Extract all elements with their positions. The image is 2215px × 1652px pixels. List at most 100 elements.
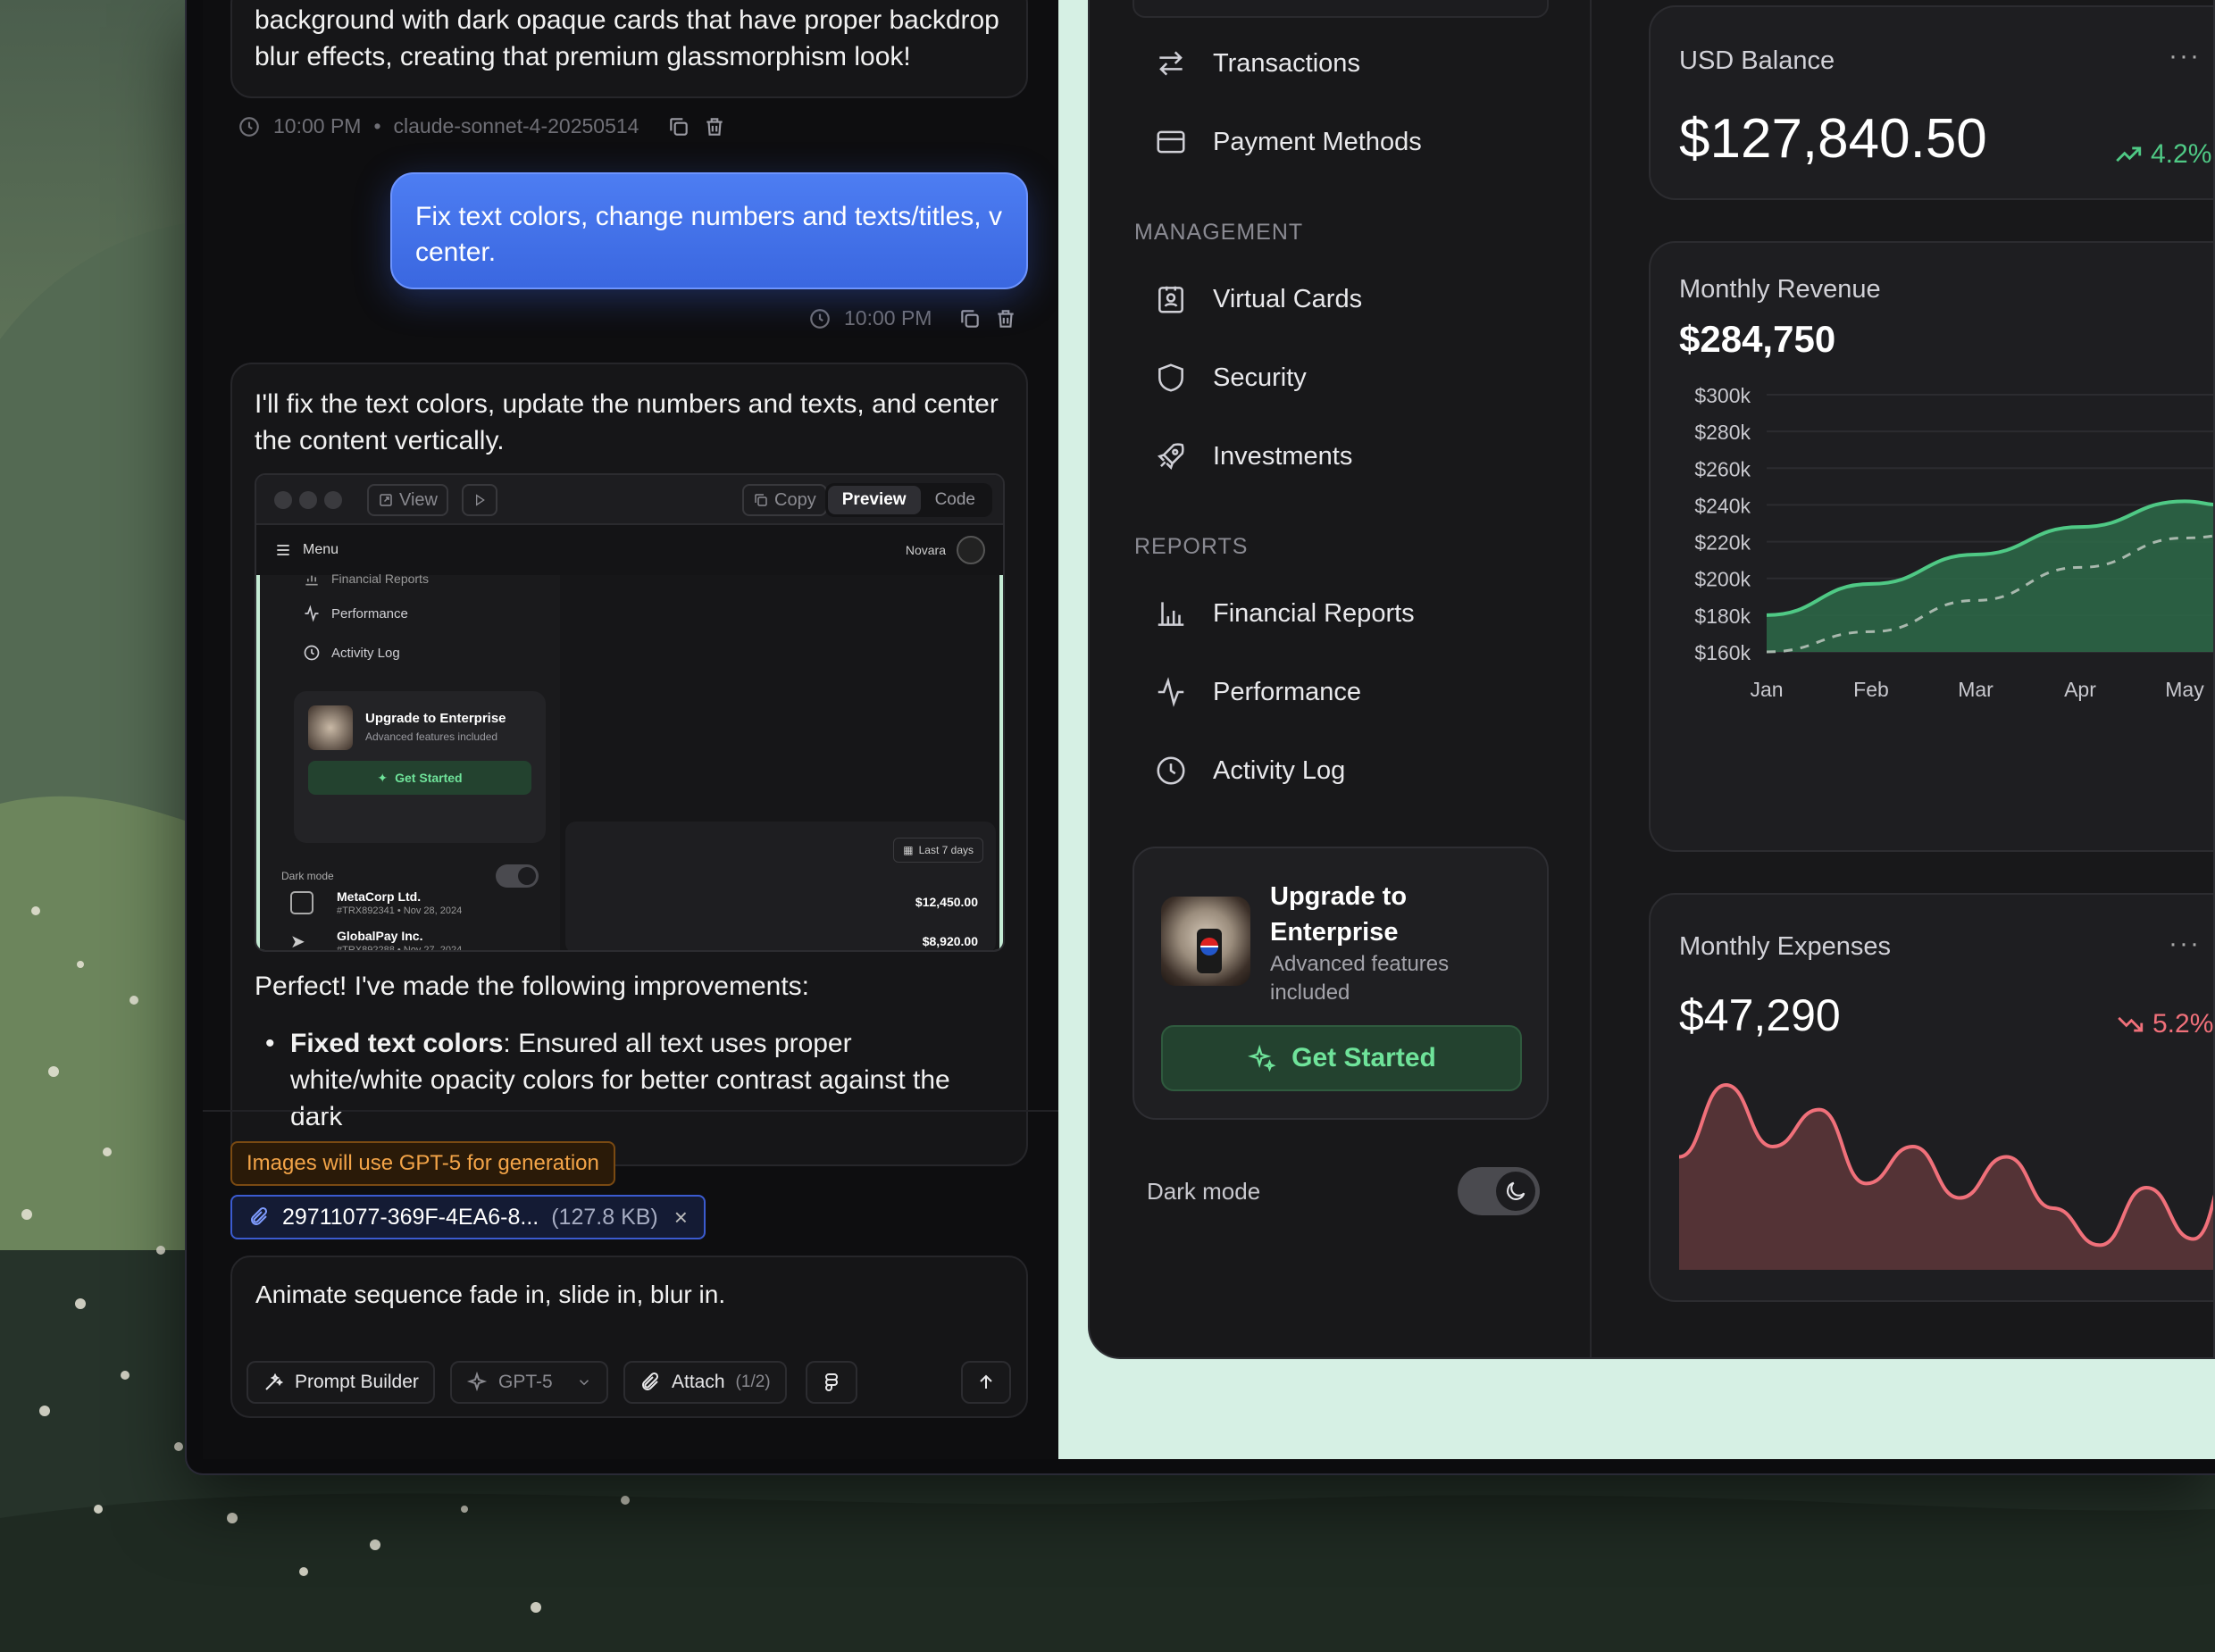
clock-icon [239, 116, 259, 137]
sidebar-item-activity-log[interactable]: Activity Log [1154, 754, 1345, 788]
usd-balance-card: USD Balance ··· $127,840.50 4.2% [1649, 5, 2213, 200]
rocket-icon [1157, 443, 1184, 471]
bar-chart-icon [305, 575, 318, 586]
message-time: 10:00 PM [273, 114, 362, 138]
remove-file-icon[interactable]: × [674, 1204, 688, 1231]
attach-count: (1/2) [735, 1372, 771, 1391]
delete-icon[interactable] [994, 307, 1017, 330]
sidebar-item-investments[interactable]: Investments [1154, 439, 1352, 473]
x-tick-label: Jan [1750, 678, 1783, 701]
assistant-message-intro: I'll fix the text colors, update the num… [255, 389, 999, 455]
preview-nav-label: Performance [331, 605, 408, 622]
range-button[interactable]: ▦ Last 7 days [893, 838, 983, 863]
get-started-button[interactable]: ✦ Get Started [308, 761, 531, 795]
section-reports: REPORTS [1134, 534, 1249, 559]
sidebar-item-performance[interactable]: Performance [1154, 675, 1361, 709]
pulse-icon [1158, 677, 1184, 707]
badge-card-icon [1158, 286, 1183, 313]
brand-name: Novara [905, 543, 946, 557]
copy-button[interactable]: Copy [742, 484, 827, 516]
x-tick-label: Apr [2064, 678, 2096, 701]
y-tick-label: $300k [1694, 384, 1751, 407]
arrows-exchange-icon [1159, 51, 1183, 76]
y-tick-label: $260k [1694, 457, 1751, 480]
figma-icon [825, 1373, 838, 1391]
sidebar-item-partial[interactable] [1133, 0, 1549, 18]
message-time: 10:00 PM [844, 306, 932, 330]
monthly-expenses-value: $47,290 [1679, 990, 1841, 1040]
tab-preview[interactable]: Preview [827, 486, 921, 514]
sidebar-item-label: Virtual Cards [1213, 284, 1363, 313]
trend-up-icon [2116, 146, 2142, 163]
sidebar-item-virtual-cards[interactable]: Virtual Cards [1154, 282, 1362, 316]
window-dot [274, 491, 292, 509]
copy-icon[interactable] [958, 307, 982, 330]
sidebar-item-financial-reports[interactable]: Financial Reports [1154, 597, 1415, 630]
preview-code-toggle: Preview Code [824, 483, 992, 517]
transaction-row[interactable]: ➤ GlobalPay Inc. #TRX892288 • Nov 27, 20… [290, 927, 987, 952]
window-dot [324, 491, 342, 509]
upgrade-thumb [308, 705, 353, 750]
magic-wand-icon [265, 1372, 284, 1390]
preview-nav-item[interactable]: Activity Log [303, 644, 400, 662]
file-icon [290, 891, 313, 914]
attached-file-chip[interactable]: 29711077-369F-4EA6-8... (127.8 KB) × [230, 1195, 706, 1239]
expenses-area [1679, 1085, 2213, 1270]
play-button[interactable] [462, 484, 497, 516]
preview-menubar: Menu Novara [256, 525, 1003, 575]
window-dot [299, 491, 317, 509]
preview-nav-item[interactable]: Financial Reports [303, 570, 429, 588]
preview-nav-item[interactable]: Performance [303, 605, 408, 622]
copy-label: Copy [774, 489, 816, 510]
bar-chart-icon [1158, 602, 1184, 626]
prompt-builder-button[interactable]: Prompt Builder [247, 1361, 435, 1404]
artifact-preview[interactable]: View Copy Preview Code Menu Novara Finan… [255, 473, 1005, 952]
sidebar-item-transactions[interactable]: Transactions [1154, 46, 1360, 80]
balance-change-value: 4.2% [2151, 139, 2212, 169]
card-title: Monthly Revenue [1679, 275, 1881, 304]
view-button[interactable]: View [367, 484, 448, 516]
dashboard: Transactions Payment Methods MANAGEMENT … [1088, 0, 2215, 1359]
dark-mode-toggle[interactable] [1458, 1167, 1540, 1215]
sidebar-item-payment-methods[interactable]: Payment Methods [1154, 125, 1422, 159]
balance-change: 4.2% [2113, 139, 2211, 170]
assistant-message-text: background with dark opaque cards that h… [255, 5, 999, 71]
send-icon: ➤ [290, 932, 305, 952]
bullet-item: • Fixed text colors: Ensured all text us… [255, 1025, 969, 1135]
sparkle-icon [466, 1372, 488, 1392]
more-options-icon[interactable]: ··· [2169, 929, 2201, 959]
attach-button[interactable]: Attach (1/2) [623, 1361, 787, 1404]
figma-button[interactable] [806, 1361, 857, 1404]
sparkle-icon: ✦ [377, 770, 389, 785]
image-model-notice: Images will use GPT-5 for generation [230, 1141, 615, 1186]
more-options-icon[interactable]: ··· [2169, 41, 2201, 71]
upgrade-title: Upgrade to Enterprise [365, 711, 506, 726]
calendar-icon: ▦ [903, 844, 914, 856]
avatar[interactable] [957, 536, 985, 564]
message-input[interactable]: Animate sequence fade in, slide in, blur… [255, 1281, 725, 1309]
preview-toolbar: View Copy Preview Code [256, 475, 1003, 525]
attach-label: Attach [672, 1372, 725, 1392]
send-button[interactable] [961, 1361, 1011, 1404]
menu-icon[interactable] [274, 541, 292, 559]
clock-icon [304, 645, 320, 661]
copy-icon[interactable] [667, 115, 690, 138]
section-management: MANAGEMENT [1134, 220, 1304, 245]
model-select[interactable]: GPT-5 [450, 1361, 608, 1404]
dark-mode-toggle[interactable] [496, 864, 539, 888]
dark-mode-label: Dark mode [1147, 1177, 1261, 1205]
assistant-message-meta: 10:00 PM • claude-sonnet-4-20250514 [238, 114, 726, 138]
transaction-row[interactable]: MetaCorp Ltd. #TRX892341 • Nov 28, 2024 … [290, 888, 987, 920]
notice-text: Images will use GPT-5 for generation [247, 1151, 599, 1175]
range-label: Last 7 days [918, 844, 974, 856]
bullet-bold: Fixed text colors [290, 1029, 504, 1058]
dark-mode-row: Dark mode [1147, 1166, 1540, 1216]
card-title: USD Balance [1679, 46, 1835, 75]
preview-body: Financial Reports Performance Activity L… [256, 572, 1003, 952]
user-message-meta: 10:00 PM [808, 306, 1017, 330]
message-composer[interactable]: Animate sequence fade in, slide in, blur… [230, 1256, 1028, 1418]
tab-code[interactable]: Code [921, 486, 990, 514]
sidebar-item-security[interactable]: Security [1154, 361, 1307, 395]
get-started-button[interactable]: Get Started [1161, 1025, 1522, 1091]
delete-icon[interactable] [703, 115, 726, 138]
